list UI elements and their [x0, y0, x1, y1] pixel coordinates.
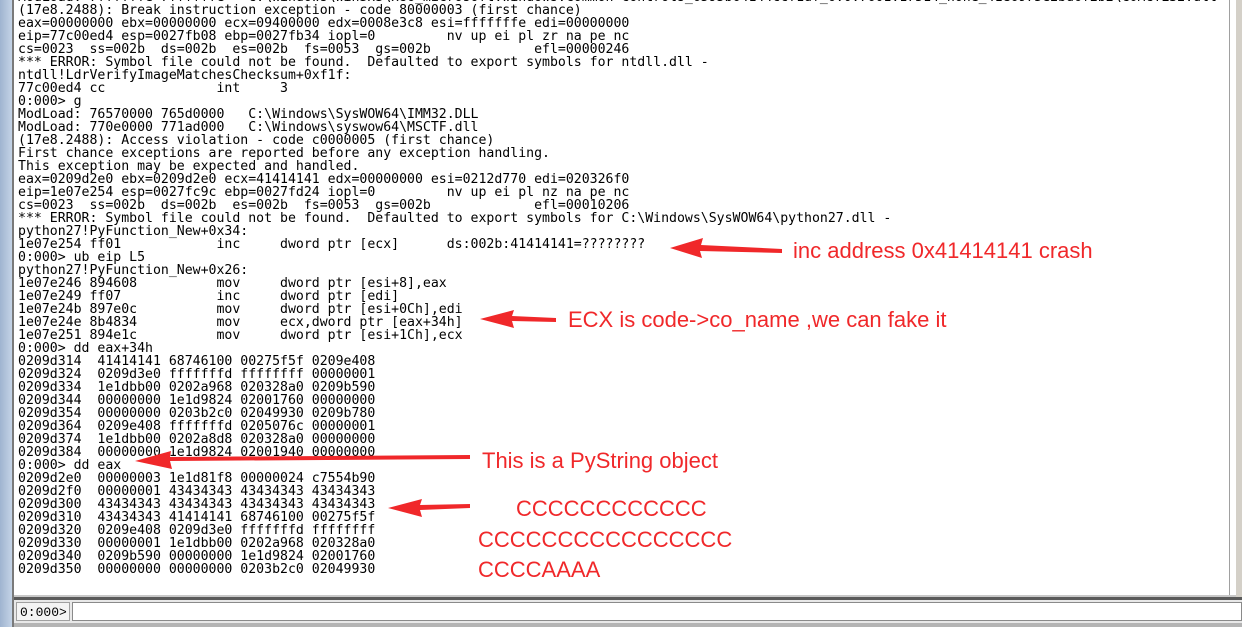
output-text: ModLoad: 7ffffffe 7ffffffe C:\Windows\Wi…: [18, 0, 1217, 576]
command-input[interactable]: [72, 602, 1242, 621]
command-bar: 0:000>: [14, 600, 1242, 627]
annotation-c-line3: CCCCAAAA: [478, 557, 601, 582]
annotation-ecx: ECX is code->co_name ,we can fake it: [568, 307, 947, 332]
window-left-frame: [0, 0, 14, 627]
annotation-c-line2: CCCCCCCCCCCCCCCC: [478, 527, 733, 552]
status-strip: [14, 623, 1242, 627]
command-prompt-label: 0:000>: [16, 602, 70, 621]
output-line: 77c00ed4 cc int 3: [18, 81, 288, 96]
annotation-pystring: This is a PyString object: [482, 448, 718, 473]
annotation-crash: inc address 0x41414141 crash: [793, 238, 1093, 263]
output-line: 0209d350 00000000 00000000 0203b2c0 0204…: [18, 562, 376, 577]
annotation-c-line1: CCCCCCCCCCCC: [516, 496, 707, 521]
vertical-scrollbar[interactable]: [1229, 0, 1236, 595]
